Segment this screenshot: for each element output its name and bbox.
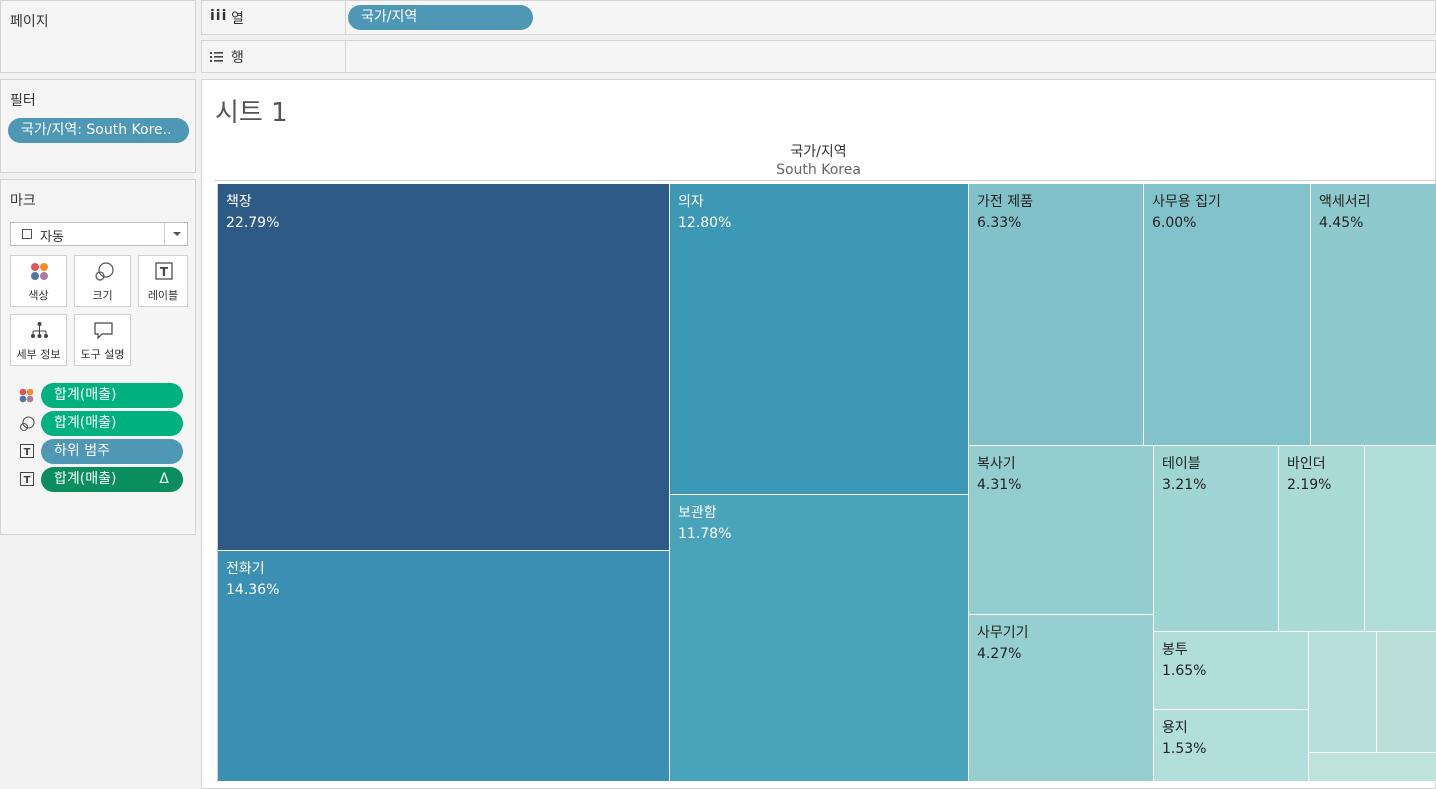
size-button-label: 크기 — [92, 289, 113, 302]
tile-label: 보관함 — [678, 505, 717, 521]
treemap-tile[interactable]: 책장 22.79% — [218, 184, 670, 551]
filter-pill-country[interactable]: 국가/지역: South Kore.. — [8, 118, 189, 143]
tile-percent: 1.65% — [1162, 663, 1207, 679]
tile-label: 사무용 집기 — [1152, 194, 1221, 210]
columns-icon: iii — [210, 8, 228, 24]
tile-percent: 4.27% — [977, 646, 1022, 662]
treemap-tile[interactable]: 바인더 2.19% — [1279, 446, 1365, 632]
worksheet[interactable]: 시트 1 국가/지역 South Korea 책장 22.79% 전화기 14.36%… — [201, 79, 1436, 789]
chevron-down-icon[interactable] — [173, 232, 181, 236]
detail-button-label: 세부 정보 — [16, 348, 61, 361]
tile-percent: 1.53% — [1162, 741, 1207, 757]
tile-percent: 3.21% — [1162, 477, 1207, 493]
size-circles-icon — [95, 262, 114, 281]
tile-label: 책장 — [226, 194, 252, 210]
text-label-icon: T — [155, 262, 173, 280]
treemap-tile[interactable]: 테이블 3.21% — [1154, 446, 1279, 632]
columns-pill-country[interactable]: 국가/지역 — [348, 5, 533, 30]
mark-field-sales-delta[interactable]: 합계(매출) Δ — [41, 467, 183, 492]
svg-text:T: T — [24, 475, 31, 486]
pages-panel[interactable]: 페이지 — [0, 0, 196, 73]
treemap-tile[interactable] — [1365, 446, 1436, 632]
square-mark-icon — [22, 229, 32, 239]
tooltip-bubble-icon — [94, 322, 113, 340]
header-field-value: South Korea — [776, 162, 861, 178]
tile-label: 바인더 — [1287, 456, 1326, 472]
tile-label: 전화기 — [226, 561, 265, 577]
marks-panel[interactable]: 마크 자동 색상 크기 T 레이블 세부 정보 도구 설명 합계(매출) 합계(… — [0, 179, 196, 535]
header-field-name: 국가/지역 — [790, 144, 847, 160]
color-dots-icon — [31, 263, 48, 280]
detail-button[interactable]: 세부 정보 — [10, 314, 67, 366]
label-button[interactable]: T 레이블 — [138, 255, 188, 307]
tooltip-button-label: 도구 설명 — [80, 348, 125, 361]
columns-shelf[interactable]: iii 열 국가/지역 — [201, 0, 1436, 35]
treemap-tile[interactable]: 액세서리 4.45% — [1311, 184, 1436, 446]
treemap-tile[interactable]: 전화기 14.36% — [218, 551, 670, 782]
label-button-label: 레이블 — [147, 289, 179, 302]
treemap-tile[interactable] — [1309, 632, 1377, 753]
tile-label: 봉투 — [1162, 642, 1188, 658]
header-divider — [214, 180, 1435, 181]
tile-label: 의자 — [678, 194, 704, 210]
treemap-tile[interactable]: 봉투 1.65% — [1154, 632, 1309, 710]
treemap: 책장 22.79% 전화기 14.36% 의자 12.80% 보관함 11.78% 가전 제품 6… — [217, 184, 1436, 782]
tile-percent: 4.45% — [1319, 215, 1364, 231]
color-button[interactable]: 색상 — [10, 255, 67, 307]
tile-percent: 11.78% — [678, 526, 732, 542]
treemap-tile[interactable]: 사무기기 4.27% — [969, 615, 1154, 782]
delta-icon: Δ — [159, 471, 169, 487]
tile-label: 사무기기 — [977, 625, 1029, 641]
tile-percent: 22.79% — [226, 215, 280, 231]
treemap-tile[interactable]: 사무용 집기 6.00% — [1144, 184, 1311, 446]
tile-percent: 6.00% — [1152, 215, 1197, 231]
mark-type-dropdown[interactable]: 자동 — [10, 222, 188, 246]
text-label-icon: T — [20, 472, 34, 486]
size-button[interactable]: 크기 — [74, 255, 131, 307]
rows-label: 행 — [231, 50, 244, 66]
rows-shelf[interactable]: 행 — [201, 40, 1436, 73]
mark-field-size[interactable]: 합계(매출) — [41, 411, 183, 436]
mark-field-sales-delta-label: 합계(매출) — [54, 471, 117, 487]
sheet-title: 시트 1 — [215, 98, 288, 128]
shelf-divider — [345, 41, 346, 72]
tile-percent: 14.36% — [226, 582, 280, 598]
color-button-label: 색상 — [28, 289, 49, 302]
tile-percent: 6.33% — [977, 215, 1022, 231]
mark-type-value: 자동 — [40, 230, 64, 245]
list-icon — [210, 52, 223, 62]
filters-title: 필터 — [10, 93, 36, 109]
tile-percent: 4.31% — [977, 477, 1022, 493]
treemap-tile[interactable]: 의자 12.80% — [670, 184, 969, 495]
tile-percent: 12.80% — [678, 215, 732, 231]
shelf-divider — [345, 1, 346, 34]
treemap-tile[interactable] — [1377, 632, 1436, 753]
treemap-tile[interactable] — [1309, 753, 1436, 782]
pages-title: 페이지 — [10, 14, 49, 30]
mark-field-subcategory[interactable]: 하위 범주 — [41, 439, 183, 464]
tile-label: 테이블 — [1162, 456, 1201, 472]
tile-label: 가전 제품 — [977, 194, 1033, 210]
tooltip-button[interactable]: 도구 설명 — [74, 314, 131, 366]
treemap-tile[interactable]: 복사기 4.31% — [969, 446, 1154, 615]
color-dots-icon — [19, 388, 34, 403]
dropdown-divider — [164, 223, 165, 245]
svg-text:T: T — [160, 265, 169, 279]
treemap-tile[interactable]: 가전 제품 6.33% — [969, 184, 1144, 446]
tile-label: 용지 — [1162, 720, 1188, 736]
treemap-tile[interactable]: 용지 1.53% — [1154, 710, 1309, 782]
tile-label: 복사기 — [977, 456, 1016, 472]
treemap-tile[interactable]: 보관함 11.78% — [670, 495, 969, 782]
tile-percent: 2.19% — [1287, 477, 1332, 493]
marks-title: 마크 — [10, 193, 36, 209]
columns-label: 열 — [231, 11, 244, 27]
filters-panel[interactable]: 필터 국가/지역: South Kore.. — [0, 79, 196, 173]
mark-field-color[interactable]: 합계(매출) — [41, 383, 183, 408]
svg-text:T: T — [24, 447, 31, 458]
detail-tree-icon — [31, 322, 48, 338]
size-circles-icon — [19, 416, 35, 432]
tile-label: 액세서리 — [1319, 194, 1371, 210]
text-label-icon: T — [20, 444, 34, 458]
